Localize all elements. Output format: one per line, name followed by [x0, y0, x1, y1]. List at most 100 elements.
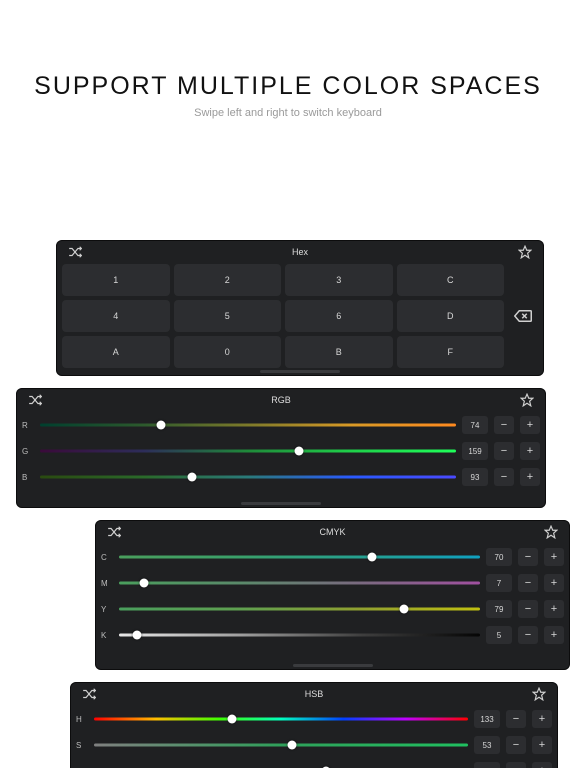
slider-row: K 5−+ [101, 622, 564, 648]
slider-row: R 74−+ [22, 412, 540, 438]
star-icon[interactable] [514, 243, 536, 261]
slider-row: B 93−+ [22, 464, 540, 490]
value-box: 159 [462, 442, 488, 460]
hex-key[interactable]: F [397, 336, 505, 368]
minus-button[interactable]: − [518, 548, 538, 566]
slider-track[interactable] [119, 604, 480, 614]
minus-button[interactable]: − [518, 626, 538, 644]
slider-thumb[interactable] [288, 741, 297, 750]
page-title: SUPPORT MULTIPLE COLOR SPACES [0, 72, 576, 101]
value-box: 5 [486, 626, 512, 644]
hsb-title: HSB [102, 689, 526, 699]
drag-handle[interactable] [241, 502, 321, 505]
slider-thumb[interactable] [140, 579, 149, 588]
channel-label: C [101, 553, 113, 562]
value-box: 70 [486, 548, 512, 566]
cmyk-panel: CMYK C70−+M7−+Y79−+K5−+ [95, 520, 570, 670]
hex-key[interactable]: C [397, 264, 505, 296]
plus-button[interactable]: + [532, 762, 552, 768]
minus-button[interactable]: − [494, 416, 514, 434]
plus-button[interactable]: + [520, 442, 540, 460]
slider-track[interactable] [119, 578, 480, 588]
hex-key[interactable]: 0 [174, 336, 282, 368]
slider-row: B62−+ [76, 758, 552, 768]
channel-label: G [22, 447, 34, 456]
value-box: 79 [486, 600, 512, 618]
cmyk-title: CMYK [127, 527, 538, 537]
hex-panel: Hex 1 2 3 C 4 5 6 D A 0 [56, 240, 544, 376]
slider-row: H 133−+ [76, 706, 552, 732]
minus-button[interactable]: − [506, 710, 526, 728]
channel-label: H [76, 715, 88, 724]
channel-label: B [22, 473, 34, 482]
slider-row: S 53−+ [76, 732, 552, 758]
slider-track[interactable] [119, 630, 480, 640]
drag-handle[interactable] [260, 370, 340, 373]
channel-label: K [101, 631, 113, 640]
slider-track[interactable] [40, 472, 456, 482]
plus-button[interactable]: + [544, 626, 564, 644]
slider-track[interactable] [94, 740, 468, 750]
value-box: 7 [486, 574, 512, 592]
slider-thumb[interactable] [295, 447, 304, 456]
slider-track[interactable] [40, 420, 456, 430]
minus-button[interactable]: − [518, 600, 538, 618]
slider-row: G 159−+ [22, 438, 540, 464]
hex-key[interactable]: D [397, 300, 505, 332]
hex-key[interactable]: 6 [285, 300, 393, 332]
value-box: 53 [474, 736, 500, 754]
slider-row: C 70−+ [101, 544, 564, 570]
hex-key[interactable]: 5 [174, 300, 282, 332]
channel-label: Y [101, 605, 113, 614]
hex-key[interactable]: 2 [174, 264, 282, 296]
plus-button[interactable]: + [544, 574, 564, 592]
page-subtitle: Swipe left and right to switch keyboard [0, 107, 576, 119]
shuffle-icon[interactable] [103, 523, 125, 541]
slider-track[interactable] [94, 714, 468, 724]
value-box: 74 [462, 416, 488, 434]
hex-key[interactable]: 1 [62, 264, 170, 296]
plus-button[interactable]: + [544, 600, 564, 618]
shuffle-icon[interactable] [78, 685, 100, 703]
rgb-panel: R G B R 74−+G 159−+B 93−+ [16, 388, 546, 508]
slider-row: M7−+ [101, 570, 564, 596]
drag-handle[interactable] [293, 664, 373, 667]
minus-button[interactable]: − [506, 762, 526, 768]
minus-button[interactable]: − [494, 468, 514, 486]
slider-thumb[interactable] [400, 605, 409, 614]
star-icon[interactable] [528, 685, 550, 703]
hex-key[interactable]: B [285, 336, 393, 368]
minus-button[interactable]: − [494, 442, 514, 460]
minus-button[interactable]: − [506, 736, 526, 754]
channel-label: S [76, 741, 88, 750]
slider-thumb[interactable] [156, 421, 165, 430]
slider-track[interactable] [40, 446, 456, 456]
slider-thumb[interactable] [187, 473, 196, 482]
slider-thumb[interactable] [133, 631, 142, 640]
plus-button[interactable]: + [544, 548, 564, 566]
shuffle-icon[interactable] [64, 243, 86, 261]
slider-track[interactable] [119, 552, 480, 562]
star-icon[interactable] [540, 523, 562, 541]
hex-title: Hex [88, 247, 512, 257]
plus-button[interactable]: + [532, 710, 552, 728]
hex-key-grid: 1 2 3 C 4 5 6 D A 0 B F [62, 264, 504, 368]
slider-row: Y 79−+ [101, 596, 564, 622]
hex-key[interactable]: A [62, 336, 170, 368]
slider-thumb[interactable] [228, 715, 237, 724]
channel-label: R [22, 421, 34, 430]
shuffle-icon[interactable] [24, 391, 46, 409]
backspace-icon[interactable] [510, 301, 536, 331]
slider-thumb[interactable] [367, 553, 376, 562]
plus-button[interactable]: + [520, 416, 540, 434]
hsb-panel: HSB H133−+S53−+B62−+ [70, 682, 558, 768]
value-box: 133 [474, 710, 500, 728]
minus-button[interactable]: − [518, 574, 538, 592]
plus-button[interactable]: + [532, 736, 552, 754]
star-icon[interactable] [516, 391, 538, 409]
plus-button[interactable]: + [520, 468, 540, 486]
hex-key[interactable]: 4 [62, 300, 170, 332]
hex-key[interactable]: 3 [285, 264, 393, 296]
value-box: 93 [462, 468, 488, 486]
value-box: 62 [474, 762, 500, 768]
